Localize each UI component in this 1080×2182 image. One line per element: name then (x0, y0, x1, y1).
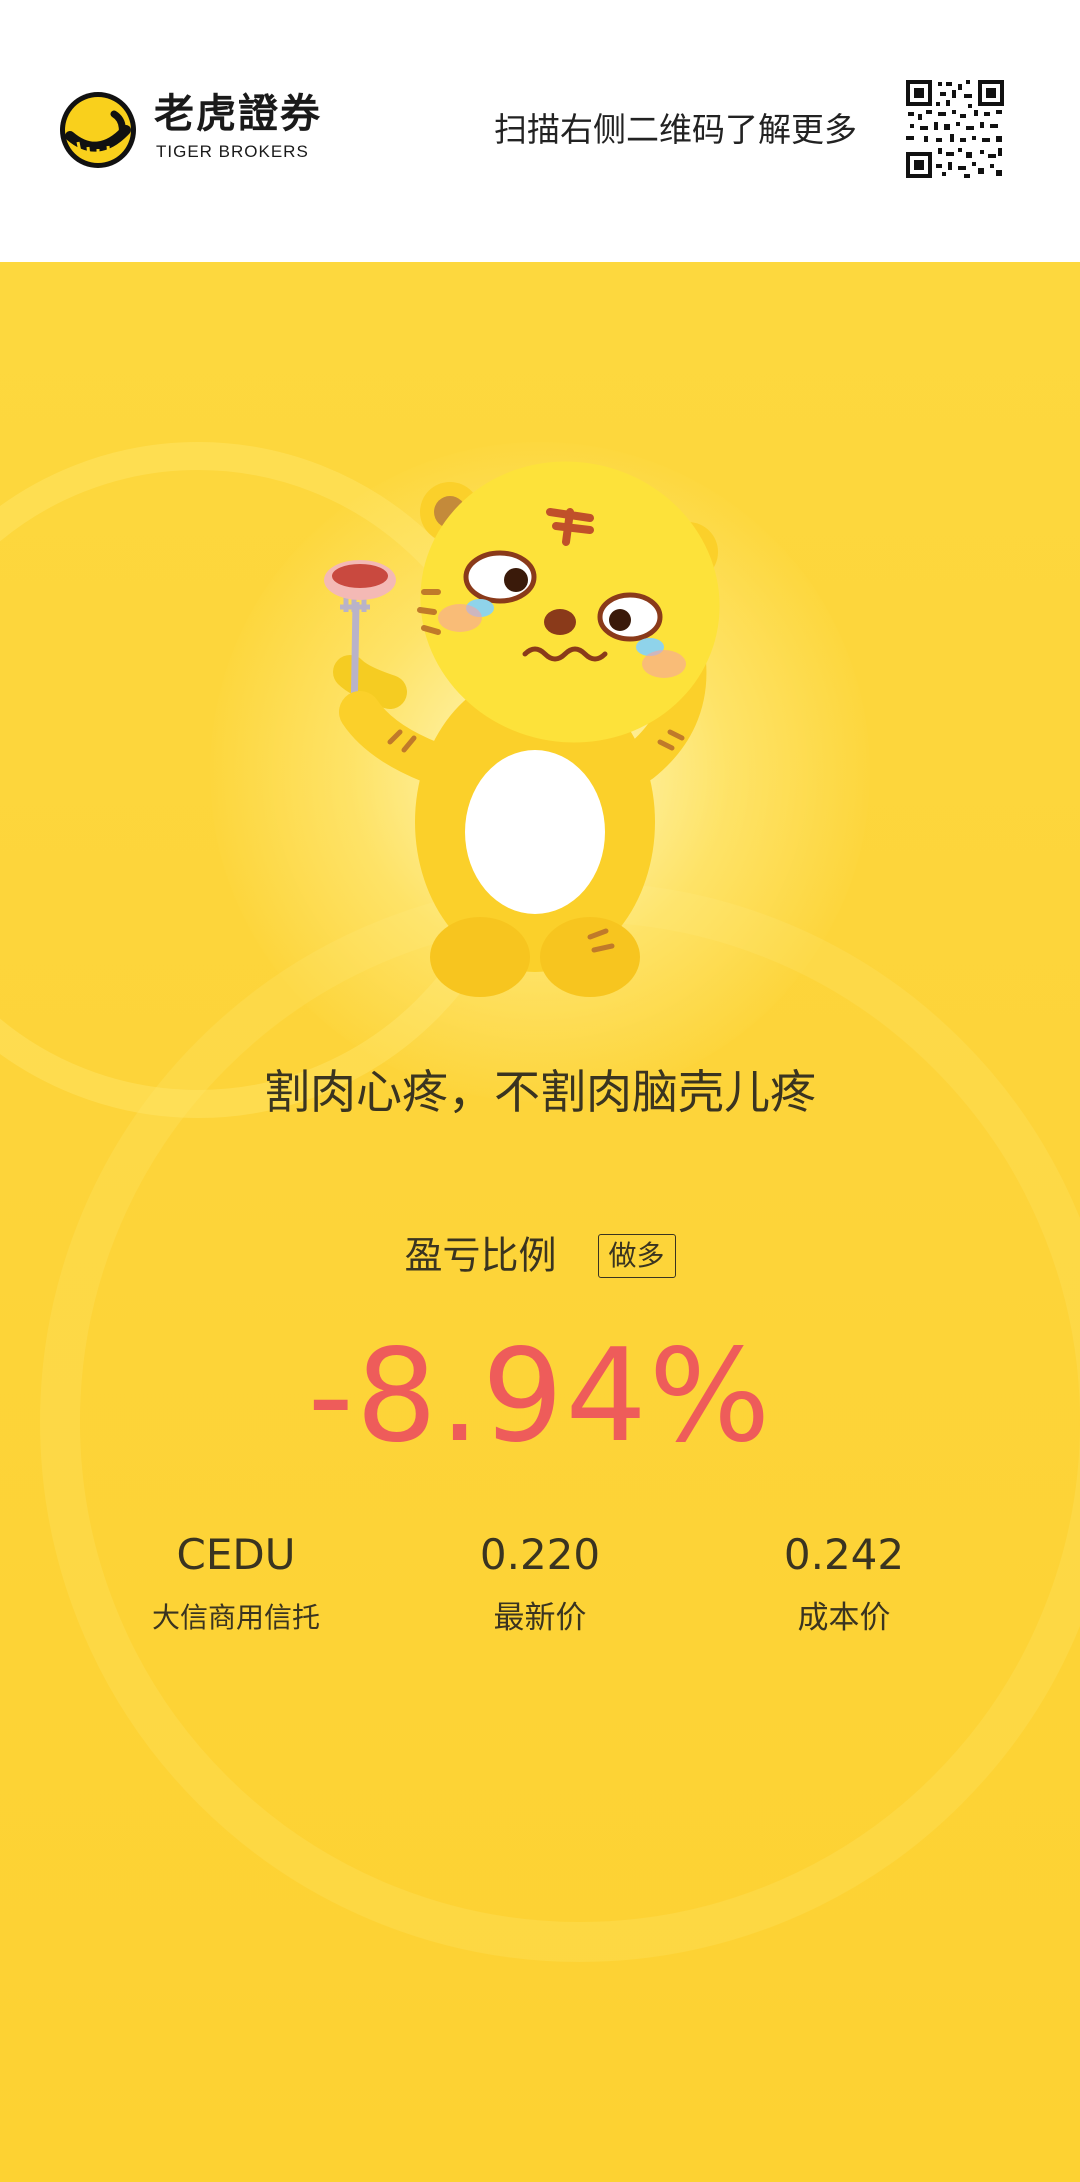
cost-price-label: 成本价 (797, 1600, 891, 1636)
tiger-logo-icon (60, 92, 136, 168)
brand-name-chinese: 老虎證券 (154, 91, 322, 137)
stock-name: 大信商用信托 (151, 1601, 320, 1634)
latest-price-value: 0.220 (479, 1530, 601, 1579)
share-poster: 割肉心疼，不割肉脑壳儿疼 盈亏比例 做多 -8.94% CEDU 大信商用信托 … (0, 262, 1080, 2182)
qr-code-icon[interactable] (906, 80, 1004, 178)
stock-info: CEDU 大信商用信托 (86, 1528, 386, 1640)
slogan-text: 割肉心疼，不割肉脑壳儿疼 (264, 1065, 816, 1119)
position-direction-badge: 做多 (597, 1233, 676, 1278)
scan-prompt: 扫描右侧二维码了解更多 (494, 110, 857, 149)
latest-price: 0.220 最新价 (390, 1528, 690, 1640)
latest-price-label: 最新价 (493, 1600, 587, 1636)
header: 老虎證券 TIGER BROKERS 扫描右侧二维码了解更多 (0, 0, 1080, 262)
pnl-ratio-label: 盈亏比例 (404, 1233, 557, 1278)
cost-price: 0.242 成本价 (694, 1528, 994, 1640)
brand-name-english: TIGER BROKERS (156, 142, 309, 161)
crying-tiger-mascot (324, 461, 720, 997)
pnl-percent: -8.94% (307, 1322, 773, 1471)
stock-symbol: CEDU (176, 1530, 296, 1579)
pnl-ratio-row: 盈亏比例 做多 (0, 1230, 1080, 1281)
cost-price-value: 0.242 (783, 1530, 905, 1579)
